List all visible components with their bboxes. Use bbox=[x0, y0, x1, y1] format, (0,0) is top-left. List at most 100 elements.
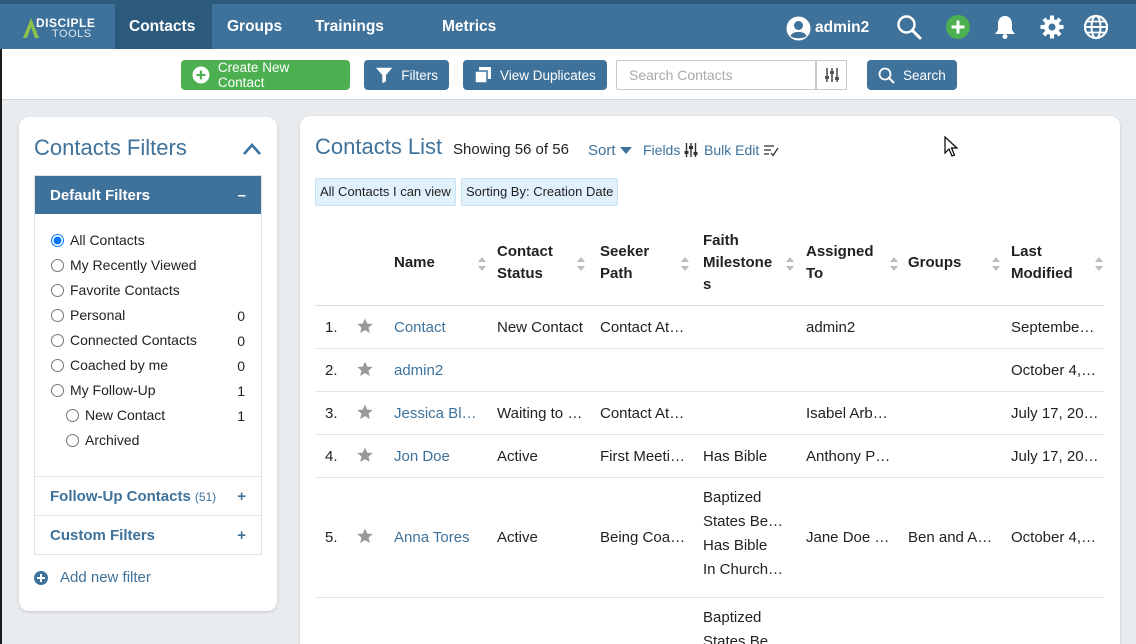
sort-arrows-icon[interactable] bbox=[577, 256, 585, 272]
filter-count: 0 bbox=[237, 308, 245, 324]
filter-radio[interactable] bbox=[66, 433, 79, 447]
filter-new-contact[interactable]: New Contact bbox=[66, 407, 165, 423]
search-button[interactable]: Search bbox=[867, 60, 957, 90]
column-contact-status[interactable]: Contact Status bbox=[497, 241, 553, 285]
cell-assigned: admin2 bbox=[806, 318, 856, 336]
column-assigned-to[interactable]: Assigned To bbox=[806, 241, 874, 285]
filter-radio[interactable] bbox=[51, 333, 64, 347]
filters-button[interactable]: Filters bbox=[364, 60, 449, 90]
row-number: 1. bbox=[325, 318, 338, 336]
bulk-edit-label: Bulk Edit bbox=[704, 142, 760, 158]
favorite-star-icon[interactable] bbox=[357, 404, 373, 420]
filter-my-follow-up[interactable]: My Follow-Up bbox=[51, 382, 156, 398]
view-duplicates-button[interactable]: View Duplicates bbox=[463, 60, 607, 90]
default-filters-label: Default Filters bbox=[50, 186, 151, 204]
table-row[interactable]: 1. Contact New Contact Contact Attempt Need… bbox=[315, 306, 1104, 349]
search-icon[interactable] bbox=[896, 14, 922, 40]
cell-modified: October 4, 2021 bbox=[1011, 361, 1099, 379]
default-filters-header[interactable]: Default Filters – bbox=[35, 176, 261, 214]
filter-label: All Contacts bbox=[70, 232, 145, 248]
filter-radio[interactable] bbox=[51, 258, 64, 272]
filter-favorite-contacts[interactable]: Favorite Contacts bbox=[51, 282, 180, 298]
column-faith-milestones[interactable]: Faith Milestone s bbox=[703, 230, 772, 296]
cell-modified: July 17, 2021 bbox=[1011, 447, 1099, 465]
plus-circle-icon bbox=[192, 66, 210, 84]
filter-radio[interactable] bbox=[51, 283, 64, 297]
custom-filters-header[interactable]: Custom Filters + bbox=[35, 516, 261, 554]
chevron-up-icon[interactable] bbox=[242, 142, 262, 156]
filter-chip-all-contacts: All Contacts I can view bbox=[315, 178, 456, 206]
filter-radio[interactable] bbox=[66, 408, 79, 422]
sort-label: Sort bbox=[588, 142, 616, 159]
contact-name-link[interactable]: admin2 bbox=[394, 359, 478, 383]
custom-filters-label: Custom Filters bbox=[50, 526, 156, 544]
magnifier-icon bbox=[878, 67, 895, 84]
nav-tab-metrics[interactable]: Metrics bbox=[428, 4, 510, 49]
create-new-contact-label: Create New Contact bbox=[217, 60, 290, 90]
column-name[interactable]: Name bbox=[394, 252, 435, 274]
contact-name-link[interactable]: Contact bbox=[394, 316, 478, 340]
contact-name-link[interactable]: Anna Tores bbox=[394, 526, 478, 550]
contacts-list-panel: Contacts List Showing 56 of 56 Sort Fiel… bbox=[300, 116, 1120, 644]
filter-radio[interactable] bbox=[51, 383, 64, 397]
column-groups[interactable]: Groups bbox=[908, 252, 961, 274]
filter-radio[interactable] bbox=[51, 308, 64, 322]
cell-assigned: Isabel Arbuckle bbox=[806, 404, 894, 422]
create-new-contact-button[interactable]: Create New Contact bbox=[181, 60, 350, 90]
filter-count: 0 bbox=[237, 358, 245, 374]
sort-arrows-icon[interactable] bbox=[786, 256, 794, 272]
favorite-star-icon[interactable] bbox=[357, 361, 373, 377]
follow-up-contacts-header[interactable]: Follow-Up Contacts (51) + bbox=[35, 477, 261, 515]
sort-arrows-icon[interactable] bbox=[681, 256, 689, 272]
nav-tab-groups[interactable]: Groups bbox=[213, 4, 296, 49]
contact-name-link[interactable]: Jessica Blake bbox=[394, 402, 478, 426]
favorite-star-icon[interactable] bbox=[357, 528, 373, 544]
cell-faith-milestone: In Church/Group bbox=[703, 561, 785, 578]
add-new-filter-link[interactable]: Add new filter bbox=[34, 569, 151, 586]
disciple-tools-logo[interactable]: DISCIPLE TOOLS bbox=[22, 15, 95, 41]
table-row[interactable]: 4. Jon Doe Active First Meeting Scheduled An… bbox=[315, 435, 1104, 478]
filter-archived[interactable]: Archived bbox=[66, 432, 139, 448]
notifications-bell-icon[interactable] bbox=[992, 14, 1018, 40]
add-new-icon[interactable] bbox=[945, 14, 971, 40]
sort-arrows-icon[interactable] bbox=[890, 256, 898, 272]
table-row[interactable]: 3. Jessica Blake Waiting to be accepted Con… bbox=[315, 392, 1104, 435]
cell-seeker: Contact Attempt Needed bbox=[600, 318, 688, 336]
bulk-edit-button[interactable]: Bulk Edit bbox=[704, 142, 779, 158]
cell-faith-milestone: Has Bible bbox=[703, 537, 768, 554]
fields-sliders-icon bbox=[684, 143, 698, 157]
filter-radio[interactable] bbox=[51, 358, 64, 372]
user-menu[interactable]: admin2 bbox=[786, 15, 869, 41]
search-options-button[interactable] bbox=[816, 60, 847, 90]
header-label: Name bbox=[394, 254, 435, 271]
fields-button[interactable]: Fields bbox=[643, 142, 698, 158]
nav-tab-trainings[interactable]: Trainings bbox=[301, 4, 398, 49]
contact-name-link[interactable]: Jon Doe bbox=[394, 445, 478, 469]
sort-dropdown[interactable]: Sort bbox=[588, 142, 632, 159]
table-row[interactable]: 5. Anna Tores Active Being Coached Jane Doe … bbox=[315, 478, 1104, 598]
nav-tab-contacts[interactable]: Contacts bbox=[115, 4, 212, 49]
filter-label: Connected Contacts bbox=[70, 332, 197, 348]
filter-label: Favorite Contacts bbox=[70, 282, 180, 298]
search-contacts-input[interactable] bbox=[616, 60, 816, 90]
filter-radio[interactable] bbox=[51, 233, 64, 247]
filter-personal[interactable]: Personal bbox=[51, 307, 125, 323]
filter-connected-contacts[interactable]: Connected Contacts bbox=[51, 332, 197, 348]
filter-coached-by-me[interactable]: Coached by me bbox=[51, 357, 168, 373]
table-row[interactable]: Baptized States Belief bbox=[315, 598, 1104, 644]
column-last-modified[interactable]: Last Modified bbox=[1011, 241, 1073, 285]
cell-modified: October 4, 2021 bbox=[1011, 529, 1099, 546]
column-seeker-path[interactable]: Seeker Path bbox=[600, 241, 649, 285]
favorite-star-icon[interactable] bbox=[357, 447, 373, 463]
settings-gear-icon[interactable] bbox=[1039, 14, 1065, 40]
sort-arrows-icon[interactable] bbox=[478, 256, 486, 272]
sort-arrows-icon[interactable] bbox=[992, 256, 1000, 272]
language-globe-icon[interactable] bbox=[1083, 14, 1109, 40]
header-label: Path bbox=[600, 265, 633, 282]
sort-arrows-icon[interactable] bbox=[1095, 256, 1103, 272]
filter-all-contacts[interactable]: All Contacts bbox=[51, 232, 145, 248]
table-row[interactable]: 2. admin2 October 4, 2021 bbox=[315, 349, 1104, 392]
favorite-star-icon[interactable] bbox=[357, 318, 373, 334]
cell-modified: September 2021 bbox=[1011, 318, 1099, 336]
filter-my-recently-viewed[interactable]: My Recently Viewed bbox=[51, 257, 197, 273]
